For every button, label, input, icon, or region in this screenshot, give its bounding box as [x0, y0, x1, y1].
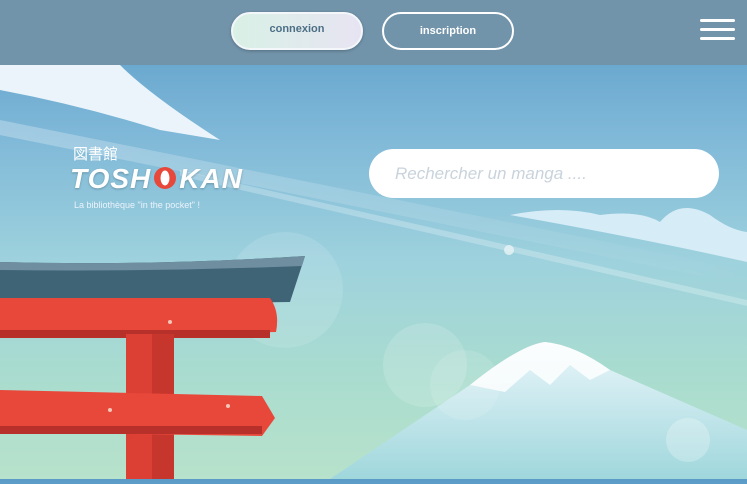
- signup-button[interactable]: inscription: [382, 12, 514, 50]
- search-placeholder: Rechercher un manga ....: [395, 163, 587, 183]
- logo-japanese-text: 図書館: [73, 146, 119, 163]
- login-button[interactable]: connexion: [231, 12, 363, 50]
- hamburger-menu-icon[interactable]: [700, 19, 735, 41]
- torii-gate: [0, 256, 305, 479]
- hero-illustration: [0, 65, 747, 479]
- logo-tagline: La bibliothèque "in the pocket" !: [74, 200, 200, 210]
- top-navbar: connexion inscription: [0, 0, 747, 65]
- logo-wordmark: TOSH KAN: [70, 163, 243, 194]
- search-input[interactable]: Rechercher un manga ....: [369, 149, 719, 198]
- logo-o-ring-icon: [154, 167, 177, 189]
